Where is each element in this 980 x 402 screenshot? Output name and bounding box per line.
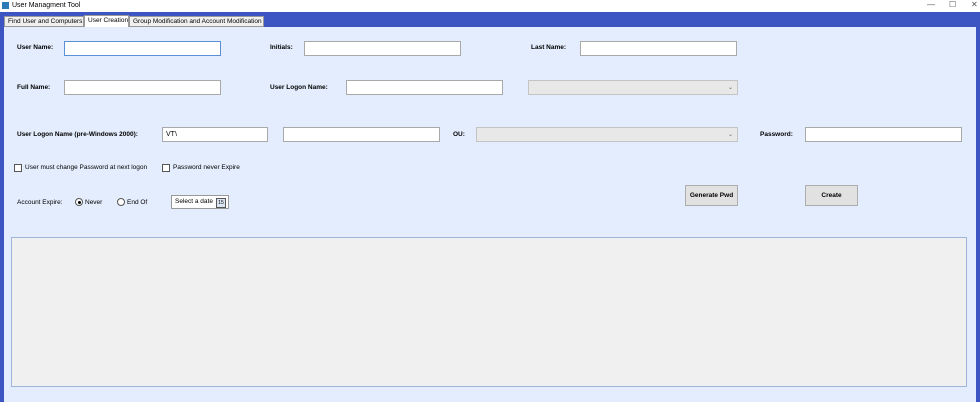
date-placeholder: Select a date bbox=[175, 198, 213, 205]
account-expire-label: Account Expire: bbox=[17, 199, 63, 206]
full-name-label: Full Name: bbox=[17, 84, 51, 91]
create-button[interactable]: Create bbox=[805, 185, 858, 206]
tab-user-creation[interactable]: User Creation bbox=[84, 15, 129, 27]
initials-label: Initials: bbox=[270, 44, 293, 51]
app-icon bbox=[2, 2, 9, 9]
ou-label: OU: bbox=[453, 131, 465, 138]
generate-pwd-button[interactable]: Generate Pwd bbox=[685, 185, 738, 206]
window-title: User Managment Tool bbox=[12, 2, 81, 9]
minimize-button[interactable]: — bbox=[927, 0, 935, 9]
output-area bbox=[11, 237, 967, 387]
logon-name-input[interactable] bbox=[346, 80, 503, 95]
end-of-radio[interactable] bbox=[117, 198, 125, 206]
never-label: Never bbox=[85, 199, 103, 206]
pre2000-domain-input[interactable] bbox=[162, 127, 268, 142]
chevron-down-icon: ⌄ bbox=[727, 132, 733, 138]
last-name-input[interactable] bbox=[580, 41, 737, 56]
initials-input[interactable] bbox=[304, 41, 461, 56]
must-change-label: User must change Password at next logon bbox=[25, 164, 148, 171]
upn-suffix-select[interactable]: ⌄ bbox=[528, 80, 738, 95]
pre2000-name-input[interactable] bbox=[283, 127, 440, 142]
calendar-icon[interactable]: 15 bbox=[216, 198, 226, 208]
never-expire-checkbox[interactable] bbox=[162, 164, 170, 172]
never-radio[interactable] bbox=[75, 198, 83, 206]
password-input[interactable] bbox=[805, 127, 962, 142]
end-of-label: End Of bbox=[127, 199, 148, 206]
last-name-label: Last Name: bbox=[531, 44, 567, 51]
tab-find-user[interactable]: Find User and Computers bbox=[4, 16, 84, 27]
user-name-input[interactable] bbox=[64, 41, 221, 56]
title-bar: User Managment Tool — ☐ ✕ bbox=[0, 0, 980, 12]
maximize-button[interactable]: ☐ bbox=[949, 0, 956, 9]
tab-group-modification[interactable]: Group Modification and Account Modificat… bbox=[129, 16, 264, 27]
full-name-input[interactable] bbox=[64, 80, 221, 95]
ou-select[interactable]: ⌄ bbox=[476, 127, 738, 142]
user-name-label: User Name: bbox=[17, 44, 54, 51]
date-picker[interactable]: Select a date 15 bbox=[171, 195, 229, 209]
pre2000-label: User Logon Name (pre-Windows 2000): bbox=[17, 131, 138, 138]
logon-name-label: User Logon Name: bbox=[270, 84, 328, 91]
close-button[interactable]: ✕ bbox=[971, 0, 978, 9]
chevron-down-icon: ⌄ bbox=[727, 85, 733, 91]
password-label: Password: bbox=[760, 131, 793, 138]
never-expire-label: Password never Expire bbox=[173, 164, 240, 171]
must-change-checkbox[interactable] bbox=[14, 164, 22, 172]
